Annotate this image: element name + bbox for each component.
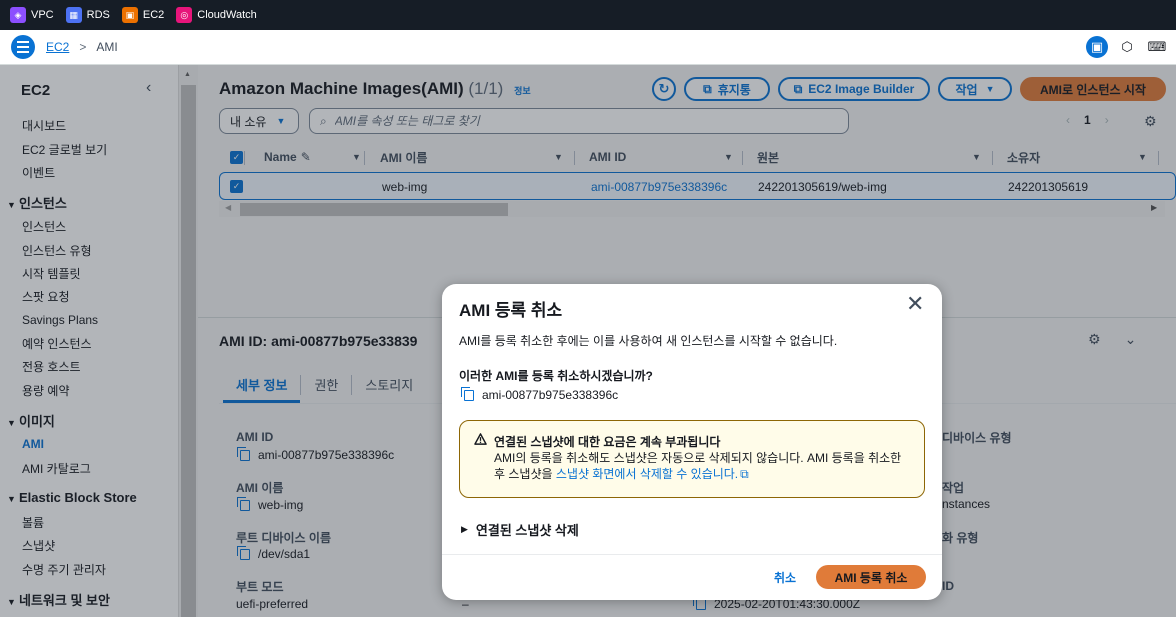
chevron-right-icon: > [79, 40, 87, 54]
warning-alert: 연결된 스냅샷에 대한 요금은 계속 부과됩니다 AMI의 등록을 취소해도 스… [459, 420, 925, 498]
breadcrumb: EC2 > AMI [46, 40, 118, 54]
settings-icon[interactable]: ⬡ [1116, 36, 1138, 58]
caret-right-icon: ▶ [461, 524, 468, 534]
modal-question: 이러한 AMI를 등록 취소하시겠습니까? [459, 369, 653, 383]
breadcrumb-bar: EC2 > AMI ▣ ⬡ ⌨ [0, 30, 1176, 65]
service-cloudwatch[interactable]: ◎ CloudWatch [176, 7, 257, 23]
external-link-icon: ⧉ [740, 467, 749, 481]
deregister-modal: AMI 등록 취소 ✕ AMI를 등록 취소한 후에는 이를 사용하여 새 인스… [442, 284, 942, 600]
vpc-icon: ◈ [10, 7, 26, 23]
modal-title: AMI 등록 취소 [459, 301, 563, 320]
rds-icon: ▦ [65, 7, 82, 23]
breadcrumb-current: AMI [96, 40, 118, 54]
modal-description: AMI를 등록 취소한 후에는 이를 사용하여 새 인스턴스를 시작할 수 없습… [459, 334, 838, 348]
service-ec2[interactable]: ▣ EC2 [121, 7, 164, 23]
ec2-icon: ▣ [121, 7, 138, 23]
top-right-tools: ▣ ⬡ ⌨ [1086, 36, 1168, 58]
close-icon[interactable]: ✕ [906, 293, 924, 315]
copy-icon[interactable] [461, 386, 474, 401]
modal-footer-divider [442, 554, 942, 555]
warning-icon [474, 433, 487, 445]
service-vpc[interactable]: ◈ VPC [10, 7, 54, 23]
modal-ami-id: ami-00877b975e338396c [461, 386, 618, 402]
feedback-icon[interactable]: ⌨ [1146, 36, 1168, 58]
delete-snapshots-expander[interactable]: ▶ 연결된 스냅샷 삭제 [461, 520, 579, 539]
menu-icon[interactable] [11, 35, 35, 59]
panel-icon[interactable]: ▣ [1086, 36, 1108, 58]
deregister-button[interactable]: AMI 등록 취소 [816, 565, 926, 589]
alert-title: 연결된 스냅샷에 대한 요금은 계속 부과됩니다 [494, 435, 721, 449]
alert-body: AMI의 등록을 취소해도 스냅샷은 자동으로 삭제되지 않습니다. AMI 등… [494, 451, 902, 481]
service-rds[interactable]: ▦ RDS [65, 7, 110, 23]
service-bar: ◈ VPC ▦ RDS ▣ EC2 ◎ CloudWatch [0, 0, 1176, 30]
snapshot-link[interactable]: 스냅샷 화면에서 삭제할 수 있습니다. [556, 467, 738, 481]
breadcrumb-ec2-link[interactable]: EC2 [46, 40, 69, 54]
cloudwatch-icon: ◎ [176, 7, 193, 23]
cancel-button[interactable]: 취소 [774, 569, 796, 586]
